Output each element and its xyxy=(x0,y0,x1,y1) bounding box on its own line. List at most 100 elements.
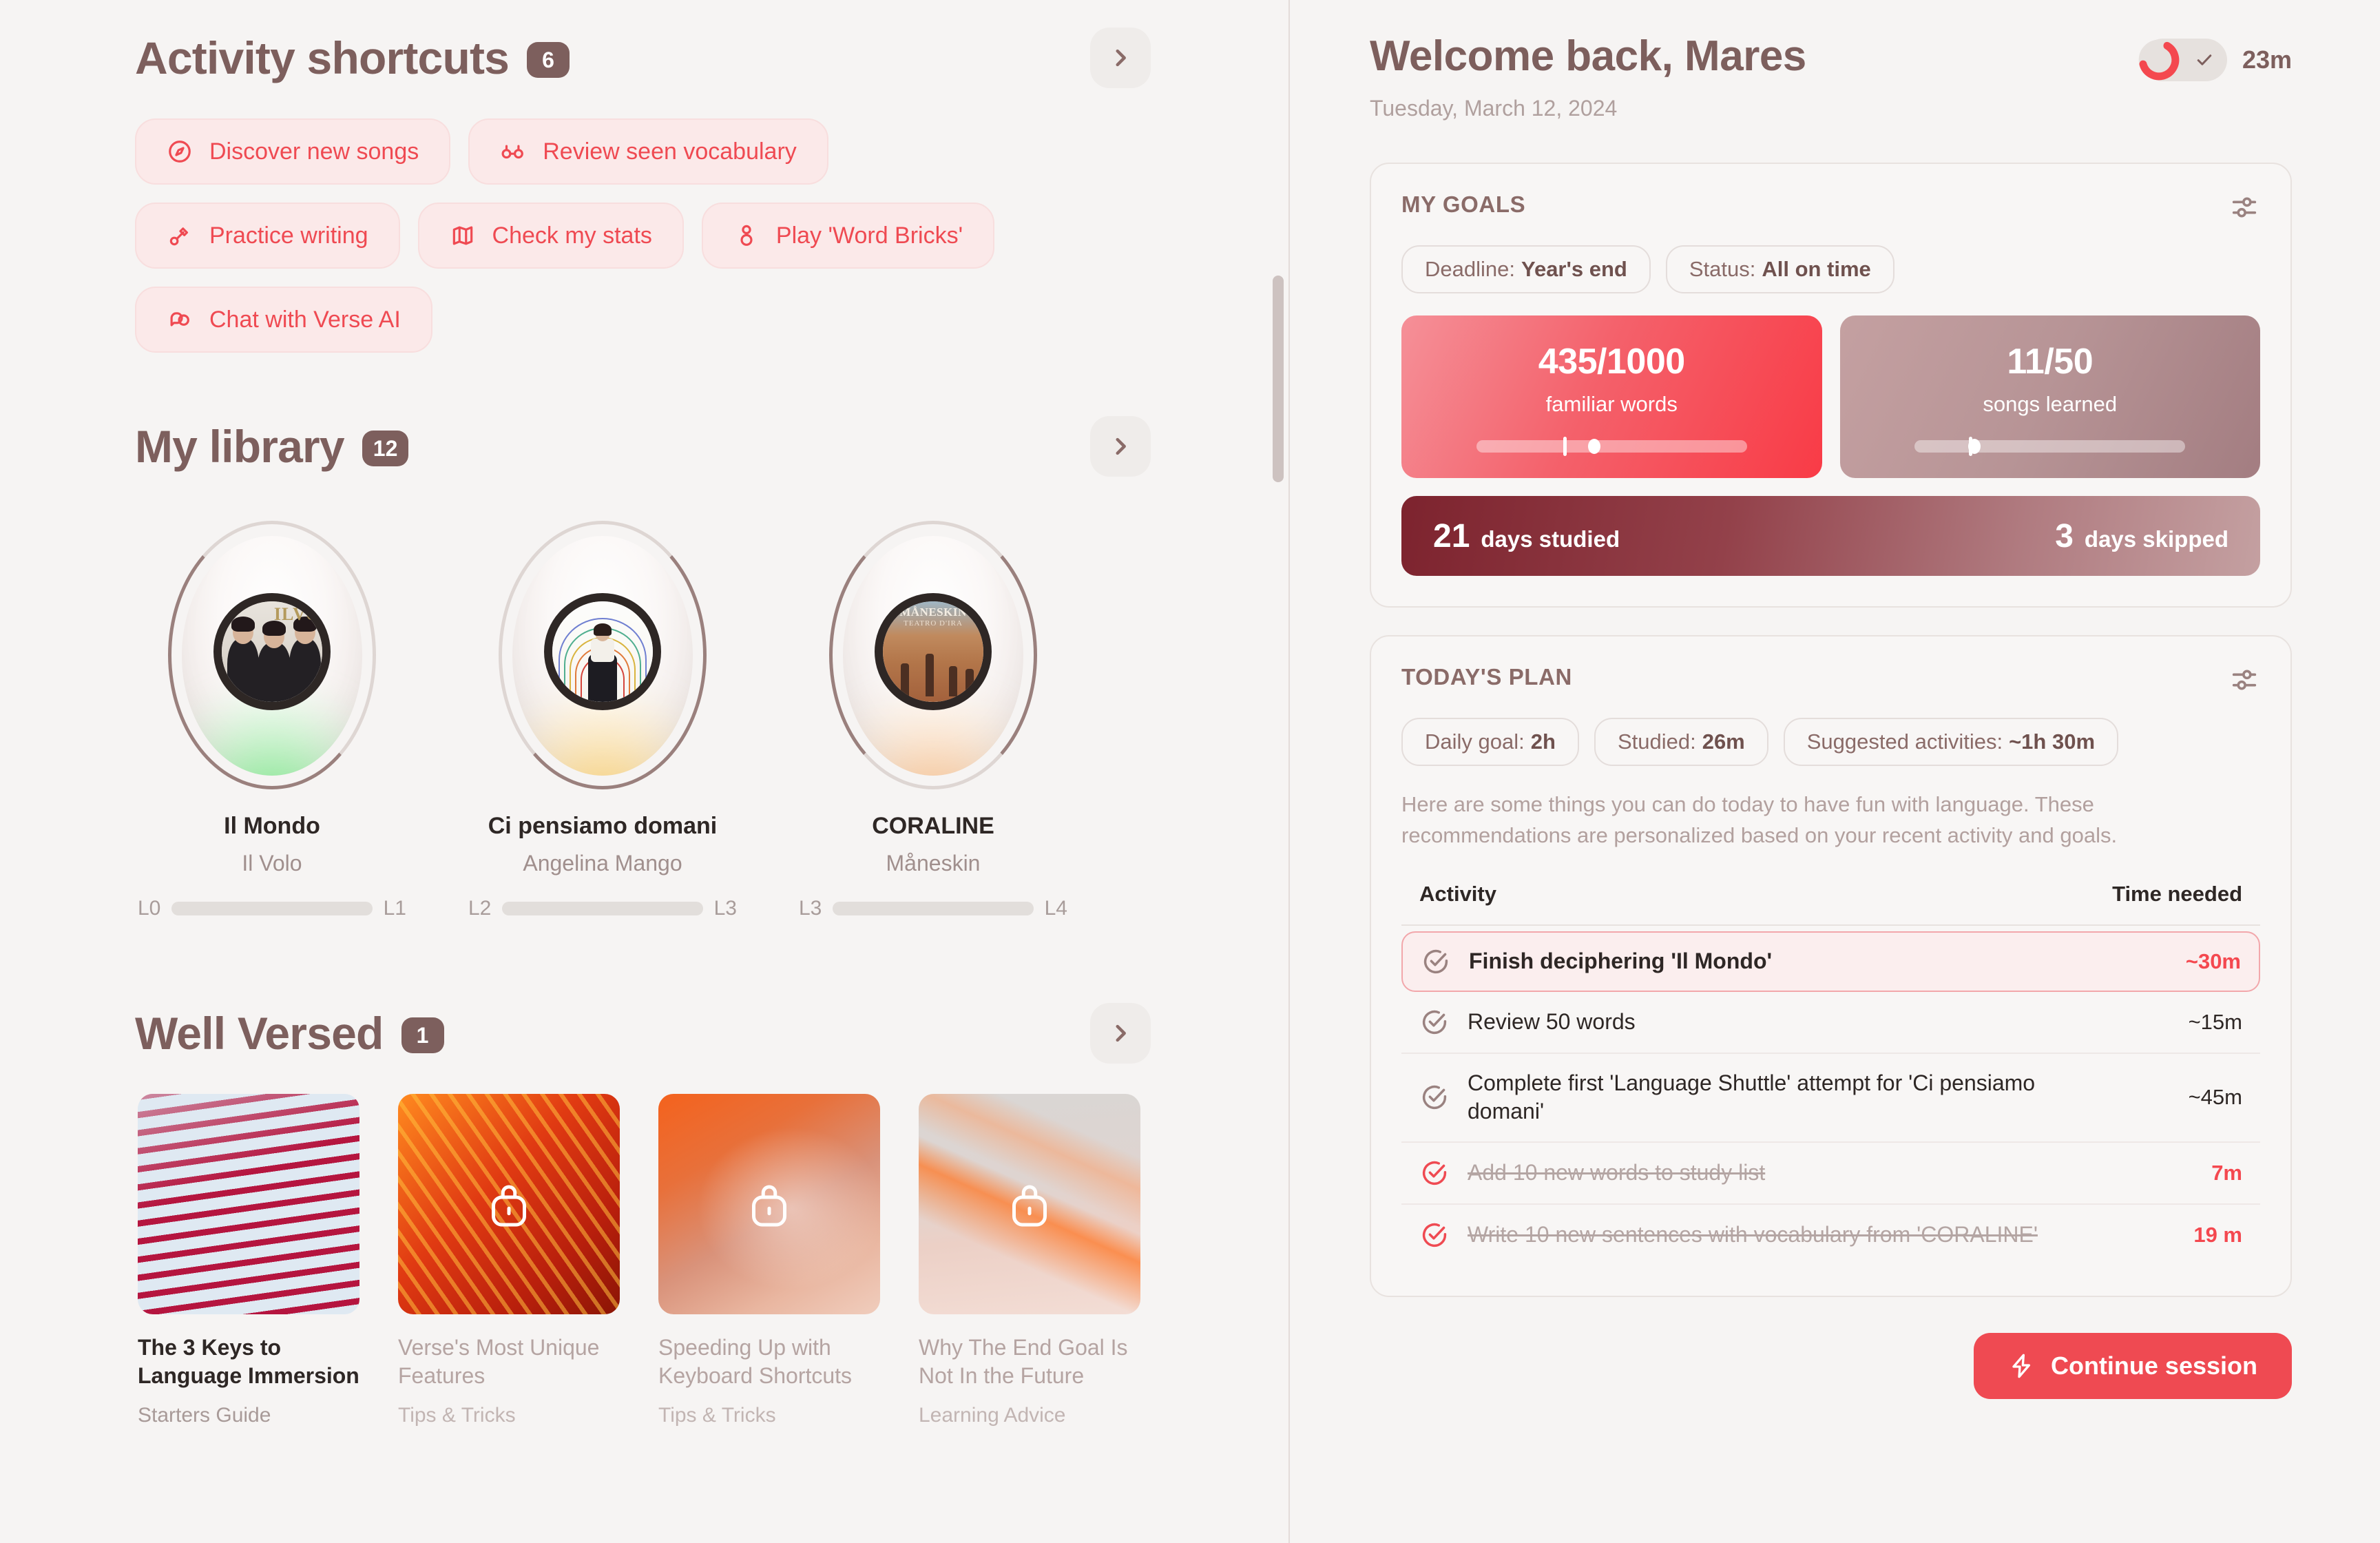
shortcut-discover-new-songs[interactable]: Discover new songs xyxy=(135,118,451,185)
circle-check-icon[interactable] xyxy=(1421,946,1451,977)
compass-icon xyxy=(169,141,191,163)
goal-pill-status[interactable]: Status: All on time xyxy=(1665,245,1894,293)
goal-value: 435/1000 xyxy=(1538,342,1685,382)
article-title: The 3 Keys to Language Immersion xyxy=(138,1335,359,1388)
article-card[interactable]: Verse's Most Unique Features Tips & Tric… xyxy=(398,1094,620,1427)
library-card-coraline[interactable]: TEATRO D'IRA CORALINE Måneskin xyxy=(799,507,1067,876)
article-category: Tips & Tricks xyxy=(658,1403,776,1427)
my-goals-card: MY GOALS Deadline: Year's end Status: All … xyxy=(1370,163,2292,608)
current-date: Tuesday, March 12, 2024 xyxy=(1370,96,1618,121)
goal-card-familiar-words[interactable]: 435/1000 familiar words xyxy=(1401,315,1822,478)
well-versed-next-button[interactable] xyxy=(1090,1003,1151,1064)
check-icon xyxy=(2197,54,2212,65)
table-row[interactable]: Add 10 new words to study list 7m xyxy=(1401,1143,2260,1205)
table-row[interactable]: Complete first 'Language Shuttle' attemp… xyxy=(1401,1054,2260,1143)
activity-time: ~45m xyxy=(2188,1085,2242,1110)
shortcut-play-word-bricks[interactable]: Play 'Word Bricks' xyxy=(701,203,995,269)
goal-cards: 435/1000 familiar words 11/50 songs lear… xyxy=(1401,315,2260,478)
library-card-artist: Måneskin xyxy=(886,851,981,876)
shortcut-check-my-stats[interactable]: Check my stats xyxy=(417,203,684,269)
level-from: L2 xyxy=(468,897,492,920)
shortcut-label: Practice writing xyxy=(209,222,368,249)
chevron-right-icon xyxy=(1116,1024,1126,1042)
album-disc xyxy=(489,507,716,796)
table-row[interactable]: Finish deciphering 'Il Mondo' ~30m xyxy=(1401,931,2260,992)
days-studied: 21 days studied xyxy=(1433,517,1620,555)
todays-plan-settings-button[interactable] xyxy=(2228,664,2260,696)
shortcut-review-seen-vocabulary[interactable]: Review seen vocabulary xyxy=(468,118,828,185)
timer-pill[interactable] xyxy=(2138,39,2227,81)
days-studied-label: days studied xyxy=(1481,526,1620,552)
session-timer[interactable]: 23m xyxy=(2138,39,2292,81)
library-card-il-mondo[interactable]: Il Mondo Il Volo xyxy=(138,507,406,876)
well-versed-list: The 3 Keys to Language Immersion Starter… xyxy=(135,1094,1151,1427)
plan-table-header: Activity Time needed xyxy=(1401,882,2260,926)
activity-shortcuts-title: Activity shortcuts xyxy=(135,32,510,83)
activity-label: Complete first 'Language Shuttle' attemp… xyxy=(1468,1070,2036,1124)
shortcut-chat-with-verse-ai[interactable]: Chat with Verse AI xyxy=(135,287,432,353)
level-bar xyxy=(833,902,1034,915)
sliders-icon xyxy=(2232,197,2257,218)
my-library-title: My library xyxy=(135,421,345,472)
library-card-artist: Angelina Mango xyxy=(523,851,682,876)
timer-value: 23m xyxy=(2242,45,2292,74)
cta-row: Continue session xyxy=(1370,1333,2292,1400)
plan-pill-studied[interactable]: Studied: 26m xyxy=(1594,718,1768,766)
chevron-right-icon xyxy=(1116,49,1126,67)
my-goals-label: MY GOALS xyxy=(1401,191,1526,217)
plan-pill-daily-goal[interactable]: Daily goal: 2h xyxy=(1401,718,1579,766)
activity-label: Review 50 words xyxy=(1468,1009,1636,1035)
shortcut-label: Review seen vocabulary xyxy=(543,138,797,165)
level-from: L0 xyxy=(138,897,161,920)
plan-pill-suggested-activities[interactable]: Suggested activities: ~1h 30m xyxy=(1783,718,2119,766)
article-card[interactable]: Speeding Up with Keyboard Shortcuts Tips… xyxy=(658,1094,880,1427)
library-card-ci-pensiamo-domani[interactable]: Ci pensiamo domani Angelina Mango xyxy=(468,507,737,876)
library-card-title: CORALINE xyxy=(872,813,994,839)
days-skipped-label: days skipped xyxy=(2084,526,2228,552)
level-bar xyxy=(502,902,703,915)
circle-check-icon[interactable] xyxy=(1419,1007,1450,1037)
activity-shortcuts-next-button[interactable] xyxy=(1090,28,1151,88)
goal-pill-deadline[interactable]: Deadline: Year's end xyxy=(1401,245,1651,293)
well-versed-title: Well Versed xyxy=(135,1008,384,1059)
activity-label: Write 10 new sentences with vocabulary f… xyxy=(1468,1222,2038,1247)
activity-time: ~15m xyxy=(2188,1009,2242,1034)
level-progress-ci-pensiamo-domani: L2 L3 xyxy=(468,897,737,920)
welcome-header: Welcome back, Mares Tuesday, March 12, 2… xyxy=(1370,32,2292,121)
sliders-icon xyxy=(2232,670,2257,690)
page-title: Welcome back, Mares xyxy=(1370,32,1806,80)
lightning-icon xyxy=(2012,1354,2030,1378)
article-card[interactable]: The 3 Keys to Language Immersion Starter… xyxy=(138,1094,359,1427)
activity-shortcuts-list: Discover new songs Review seen vocabular… xyxy=(135,118,1099,353)
article-thumbnail xyxy=(658,1094,880,1314)
level-bar xyxy=(171,902,373,915)
my-goals-settings-button[interactable] xyxy=(2228,191,2260,223)
article-category: Tips & Tricks xyxy=(398,1403,516,1427)
circle-check-icon[interactable] xyxy=(1419,1220,1450,1250)
shortcut-label: Check my stats xyxy=(492,222,652,249)
left-panel-scrollbar[interactable] xyxy=(1273,276,1284,482)
shortcut-label: Discover new songs xyxy=(209,138,419,165)
glasses-icon xyxy=(501,145,524,159)
continue-session-button[interactable]: Continue session xyxy=(1973,1333,2292,1400)
my-library-count: 12 xyxy=(362,431,409,466)
goal-card-songs-learned[interactable]: 11/50 songs learned xyxy=(1839,315,2260,478)
my-library-header: My library 12 xyxy=(135,416,1151,477)
goals-filter-pills: Deadline: Year's end Status: All on time xyxy=(1401,245,2260,293)
circle-check-icon[interactable] xyxy=(1419,1158,1450,1188)
goal-progress-slider[interactable] xyxy=(1476,437,1747,456)
article-title: Speeding Up with Keyboard Shortcuts xyxy=(658,1335,853,1388)
article-card[interactable]: Why The End Goal Is Not In the Future Le… xyxy=(919,1094,1140,1427)
circle-check-icon[interactable] xyxy=(1419,1082,1450,1112)
my-library-next-button[interactable] xyxy=(1090,416,1151,477)
goal-progress-slider[interactable] xyxy=(1914,437,2186,456)
table-row[interactable]: Review 50 words ~15m xyxy=(1401,992,2260,1054)
shortcut-practice-writing[interactable]: Practice writing xyxy=(135,203,400,269)
activity-shortcuts-header: Activity shortcuts 6 xyxy=(135,28,1151,88)
pill-value: All on time xyxy=(1762,257,1871,281)
pill-key: Daily goal: xyxy=(1425,729,1525,754)
shortcut-label: Play 'Word Bricks' xyxy=(775,222,963,249)
dashboard-root: Activity shortcuts 6 Discover new songs xyxy=(0,0,2380,1543)
days-summary-bar: 21 days studied 3 days skipped xyxy=(1401,496,2260,576)
table-row[interactable]: Write 10 new sentences with vocabulary f… xyxy=(1401,1205,2260,1265)
